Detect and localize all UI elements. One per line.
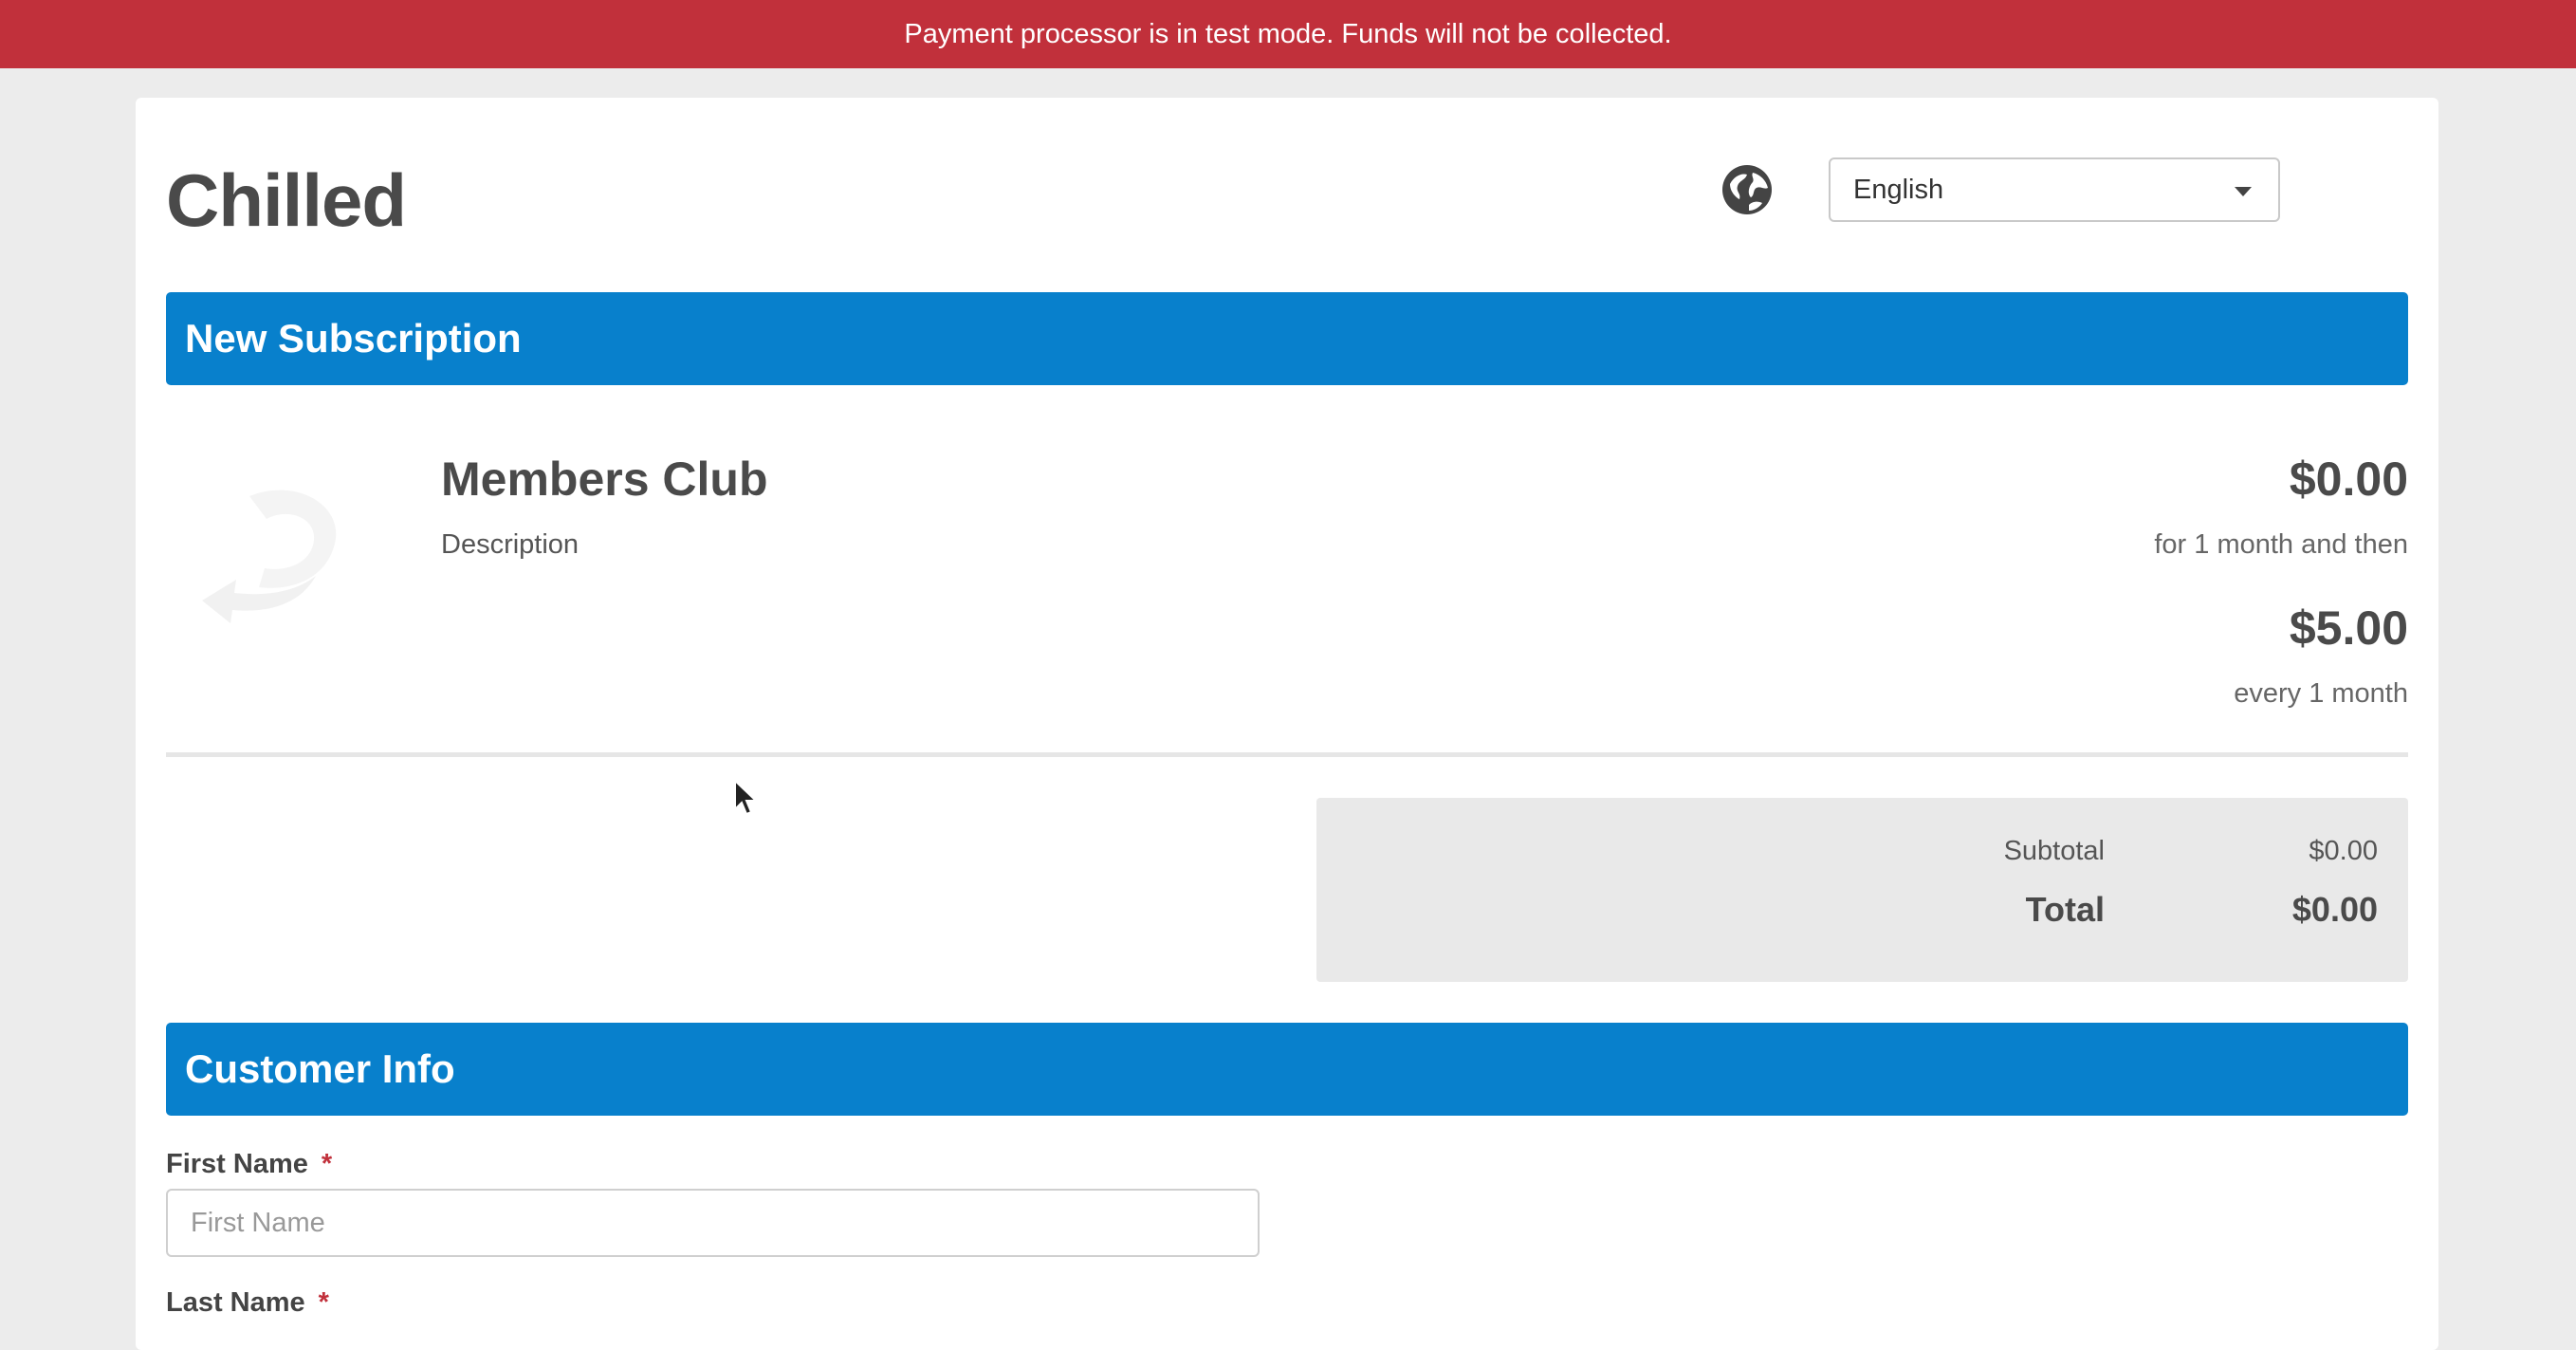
total-value: $0.00 xyxy=(2291,890,2378,929)
mouse-cursor-icon xyxy=(734,779,758,816)
recurring-price-note: every 1 month xyxy=(2234,678,2408,709)
first-name-input[interactable] xyxy=(166,1189,1260,1257)
test-mode-banner: Payment processor is in test mode. Funds… xyxy=(0,0,2576,68)
intro-price: $0.00 xyxy=(2289,453,2408,506)
language-select-value: English xyxy=(1853,174,1944,205)
store-title: Chilled xyxy=(166,158,407,242)
recurring-price: $5.00 xyxy=(2289,601,2408,655)
last-name-label-text: Last Name xyxy=(166,1287,305,1318)
product-description: Description xyxy=(441,529,580,560)
first-name-label-text: First Name xyxy=(166,1149,308,1179)
totals-panel: Subtotal $0.00 Total $0.00 xyxy=(1316,798,2408,982)
test-mode-banner-text: Payment processor is in test mode. Funds… xyxy=(904,18,1672,49)
section-title: Customer Info xyxy=(185,1046,455,1091)
caret-down-icon xyxy=(2235,187,2252,196)
product-logo-icon xyxy=(202,490,337,623)
checkout-card: Chilled English New Subscription Members… xyxy=(136,98,2438,1350)
recurring-price-block: $5.00 xyxy=(2290,601,2408,656)
recurring-note-block: every 1 month xyxy=(2234,678,2408,710)
intro-price-block: $0.00 xyxy=(2290,452,2408,507)
required-mark: * xyxy=(321,1149,333,1179)
first-name-label: First Name * xyxy=(166,1149,332,1180)
section-header-customer-info: Customer Info xyxy=(166,1023,2408,1116)
language-select[interactable]: English xyxy=(1829,157,2280,222)
intro-note-block: for 1 month and then xyxy=(2154,529,2408,561)
subtotal-label: Subtotal xyxy=(2003,836,2105,866)
section-title: New Subscription xyxy=(185,316,522,361)
required-mark: * xyxy=(318,1287,329,1318)
globe-icon xyxy=(1722,165,1772,214)
intro-price-note: for 1 month and then xyxy=(2154,529,2408,560)
section-header-new-subscription: New Subscription xyxy=(166,292,2408,385)
last-name-label: Last Name * xyxy=(166,1287,329,1319)
subtotal-value: $0.00 xyxy=(2309,836,2378,866)
total-label: Total xyxy=(2025,890,2105,929)
product-name: Members Club xyxy=(441,453,768,506)
divider xyxy=(166,752,2408,757)
